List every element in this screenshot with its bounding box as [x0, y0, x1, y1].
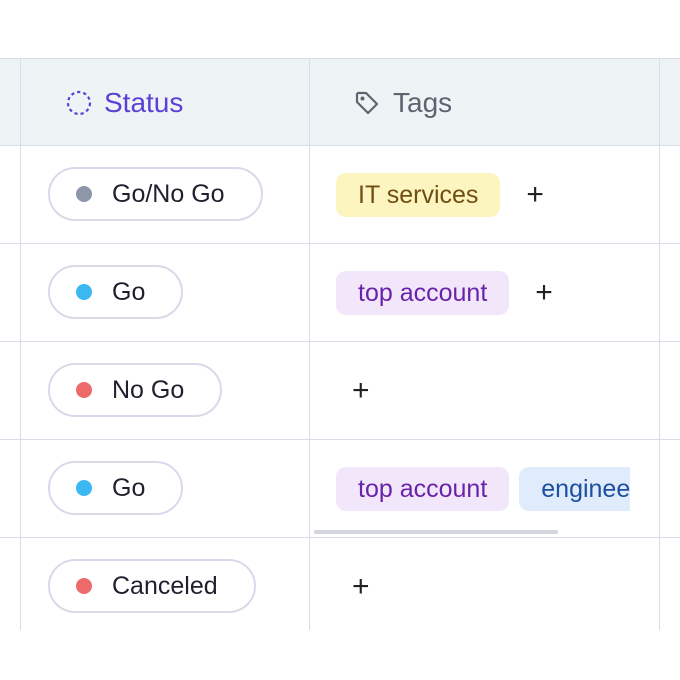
status-pill[interactable]: Go	[48, 461, 184, 515]
add-tag-button[interactable]: +	[352, 572, 370, 602]
horizontal-scrollbar[interactable]	[314, 530, 558, 534]
status-pill-label: Go/No Go	[112, 179, 225, 208]
status-pill-label: Go	[112, 277, 146, 306]
status-dot-blue	[76, 284, 92, 300]
status-pill[interactable]: Go	[48, 265, 184, 319]
status-dot-gray	[76, 186, 92, 202]
tags-cell: +	[336, 342, 370, 440]
tags-cell: IT services +	[336, 146, 544, 244]
tag-chip[interactable]: IT services	[336, 173, 501, 217]
table-row[interactable]: Go/No Go IT services +	[0, 146, 680, 244]
add-tag-button[interactable]: +	[352, 376, 370, 406]
column-header-status[interactable]: Status	[20, 59, 309, 147]
tag-chip[interactable]: top account	[336, 271, 510, 315]
table-row[interactable]: Go top account enginee	[0, 440, 680, 538]
status-dot-red	[76, 578, 92, 594]
status-pill[interactable]: Go/No Go	[48, 167, 263, 221]
add-tag-button[interactable]: +	[526, 180, 544, 210]
tags-cell: top account enginee	[336, 440, 659, 538]
tags-cell: +	[336, 538, 370, 630]
table-row[interactable]: Canceled +	[0, 538, 680, 630]
tag-icon	[355, 91, 379, 115]
table-row[interactable]: Go top account +	[0, 244, 680, 342]
status-pill[interactable]: Canceled	[48, 559, 256, 613]
status-pill-label: Go	[112, 473, 146, 502]
column-header-tags-label: Tags	[393, 87, 453, 118]
status-pill-label: Canceled	[112, 571, 218, 600]
status-pill[interactable]: No Go	[48, 363, 223, 417]
column-header-status-label: Status	[104, 87, 184, 118]
dashed-circle-icon	[66, 90, 92, 116]
column-header-tags[interactable]: Tags	[309, 59, 659, 147]
tags-cell: top account +	[336, 244, 553, 342]
table-header-row: Status Tags	[0, 58, 680, 146]
add-tag-button[interactable]: +	[535, 278, 553, 308]
data-table: Status Tags Go/No Go IT services + Go to…	[0, 58, 680, 630]
tag-chip[interactable]: top account	[336, 467, 510, 511]
status-pill-label: No Go	[112, 375, 185, 404]
status-dot-blue	[76, 480, 92, 496]
tag-chip[interactable]: enginee	[519, 467, 631, 511]
status-dot-red	[76, 382, 92, 398]
table-row[interactable]: No Go +	[0, 342, 680, 440]
